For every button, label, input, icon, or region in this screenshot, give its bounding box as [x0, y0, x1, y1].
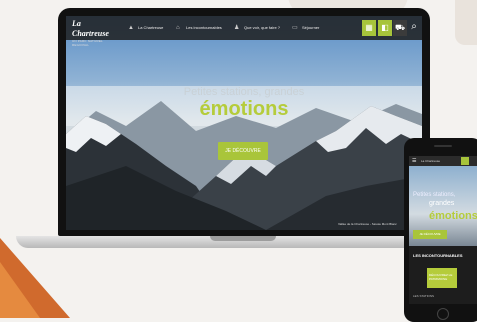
phone-home-button [437, 308, 449, 320]
site-logo[interactable]: La Chartreuse UN PARC NATUREL REGIONAL [72, 19, 116, 47]
phone-section-title: LES INCONTOURNABLES [413, 253, 463, 258]
search-icon[interactable]: ⌕ [408, 21, 420, 33]
cart-icon: ⛟ [394, 23, 406, 32]
laptop-mockup: La Chartreuse UN PARC NATUREL REGIONAL ▲… [16, 8, 472, 248]
nav-item-incontournables[interactable]: ⌂ Les incontournables [176, 24, 222, 32]
landmark-icon: ⌂ [176, 24, 180, 31]
hiker-icon: ♟ [234, 24, 240, 31]
discover-button[interactable]: JE DÉCOUVRE [218, 142, 268, 160]
phone-footer-text: LES STATIONS [413, 294, 435, 298]
orange-decor-shape-light [0, 262, 40, 318]
laptop-notch [210, 236, 276, 241]
phone-discover-button[interactable]: JE DÉCOUVRE [413, 230, 447, 239]
nav-label: Les incontournables [186, 25, 222, 30]
laptop-lid: La Chartreuse UN PARC NATUREL REGIONAL ▲… [58, 8, 430, 236]
phone-card-text: DÉCOUVREZ LE PATRIMOINE [429, 273, 453, 281]
background-panel [455, 0, 477, 45]
phone-cart-button[interactable] [461, 157, 469, 165]
hero-tagline: Petites stations, grandes [183, 86, 305, 98]
cart-button[interactable]: ⛟ [393, 20, 407, 36]
phone-screen: ☰ La Chartreuse Petites stations, grande… [409, 156, 477, 304]
nav-label: La Chartreuse [138, 25, 164, 30]
phone-logo[interactable]: La Chartreuse [421, 159, 440, 163]
nav-item-sejourner[interactable]: ▭ Séjourner [292, 24, 319, 32]
bag-icon: ◧ [381, 23, 389, 32]
hero-headline: émotions [199, 98, 289, 120]
phone-hero: Petites stations, grandes émotions JE DÉ… [409, 166, 477, 246]
nav-item-la-chartreuse[interactable]: ▲ La Chartreuse [128, 24, 163, 32]
site-navbar: La Chartreuse UN PARC NATUREL REGIONAL ▲… [66, 16, 422, 47]
phone-speaker [434, 145, 452, 147]
mountain-icon: ▲ [128, 24, 134, 31]
logo-subtitle: UN PARC NATUREL REGIONAL [72, 39, 103, 47]
phone-navbar: ☰ La Chartreuse [409, 156, 477, 166]
calendar-icon: ▦ [365, 23, 373, 32]
phone-hero-line2: grandes [429, 200, 455, 207]
nav-label: Que voir, que faire ? [244, 25, 281, 30]
phone-hero-line1: Petites stations, [413, 192, 456, 198]
calendar-button[interactable]: ▦ [362, 20, 376, 36]
phone-mockup: ☰ La Chartreuse Petites stations, grande… [404, 138, 477, 322]
phone-section: LES INCONTOURNABLES DÉCOUVREZ LE PATRIMO… [409, 246, 477, 304]
laptop-screen: La Chartreuse UN PARC NATUREL REGIONAL ▲… [66, 16, 422, 230]
nav-label: Séjourner [302, 25, 320, 30]
bed-icon: ▭ [292, 24, 298, 31]
nav-item-que-voir[interactable]: ♟ Que voir, que faire ? [234, 24, 280, 32]
mountain-landscape-image [66, 101, 422, 230]
hamburger-menu-icon[interactable]: ☰ [412, 158, 416, 164]
bag-button[interactable]: ◧ [378, 20, 392, 36]
phone-hero-headline: émotions [429, 210, 477, 222]
logo-title: La Chartreuse [72, 19, 109, 38]
